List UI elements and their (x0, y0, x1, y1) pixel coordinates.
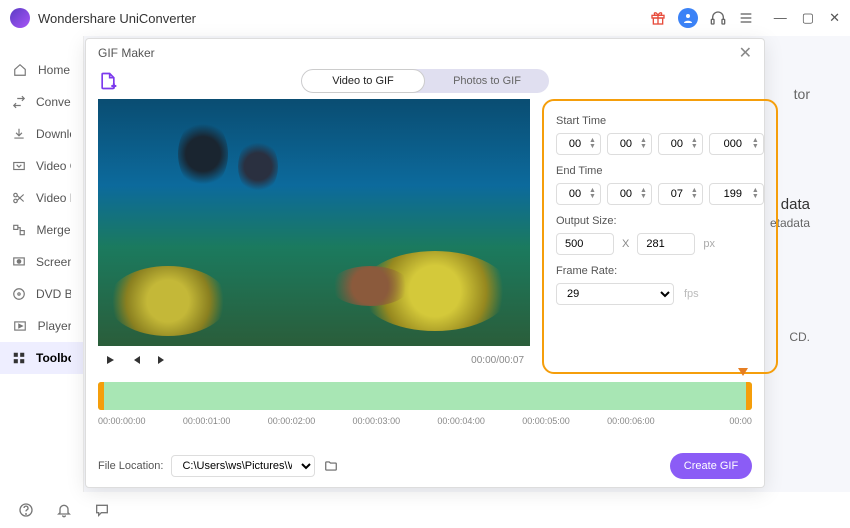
next-frame-button[interactable] (156, 354, 168, 366)
sidebar-item-label: Video Editor (36, 191, 71, 205)
timeline-handle-right[interactable] (746, 382, 752, 410)
start-seconds-input[interactable]: ▲▼ (658, 133, 703, 155)
tab-video-to-gif[interactable]: Video to GIF (301, 69, 425, 93)
close-button[interactable]: ✕ (829, 10, 840, 26)
sidebar-item-recorder[interactable]: Screen Recorder (0, 246, 83, 278)
home-icon (12, 62, 28, 78)
bg-text: tor (794, 86, 810, 102)
timeline-bar[interactable] (98, 382, 752, 410)
add-file-icon[interactable] (98, 71, 118, 91)
gif-maker-dialog: GIF Maker ✕ Video to GIF Photos to GIF 0… (85, 38, 765, 488)
start-hours-input[interactable]: ▲▼ (556, 133, 601, 155)
disc-icon (12, 286, 26, 302)
sidebar-item-label: DVD Burner (36, 287, 71, 301)
bottom-bar (0, 492, 850, 528)
convert-icon (12, 94, 26, 110)
sidebar-item-label: Merger (37, 223, 71, 237)
output-width-input[interactable] (556, 233, 614, 255)
px-label: px (703, 238, 715, 250)
user-avatar-icon[interactable] (678, 8, 698, 28)
fps-label: fps (684, 288, 699, 300)
sidebar-item-label: Converter (36, 95, 71, 109)
dialog-title: GIF Maker (98, 46, 739, 60)
playback-time: 00:00/00:07 (471, 355, 524, 366)
mode-tabs: Video to GIF Photos to GIF (301, 69, 549, 93)
start-ms-input[interactable]: ▲▼ (709, 133, 764, 155)
timeline-handle-left[interactable] (98, 382, 104, 410)
bg-text: data (781, 196, 810, 213)
video-preview[interactable] (98, 99, 530, 346)
player-icon (12, 318, 28, 334)
settings-panel: Start Time ▲▼ ▲▼ ▲▼ ▲▼ End Time ▲▼ ▲▼ ▲▼… (542, 99, 778, 374)
chat-icon[interactable] (94, 502, 110, 518)
sidebar-item-editor[interactable]: Video Editor (0, 182, 83, 214)
start-minutes-input[interactable]: ▲▼ (607, 133, 652, 155)
create-gif-button[interactable]: Create GIF (670, 453, 752, 479)
sidebar-item-label: Video Compressor (36, 159, 71, 173)
sidebar-item-compressor[interactable]: Video Compressor (0, 150, 83, 182)
end-minutes-input[interactable]: ▲▼ (607, 183, 652, 205)
merge-icon (12, 222, 27, 238)
timeline-ticks: 00:00:00:00 00:00:01:00 00:00:02:00 00:0… (98, 416, 752, 426)
end-time-label: End Time (556, 165, 764, 177)
sidebar-item-downloader[interactable]: Downloader (0, 118, 83, 150)
sidebar-item-label: Home (38, 63, 70, 77)
gift-icon[interactable] (650, 10, 666, 26)
frame-rate-select[interactable]: 29 (556, 283, 674, 305)
output-size-label: Output Size: (556, 215, 764, 227)
sidebar-item-converter[interactable]: Converter (0, 86, 83, 118)
record-icon (12, 254, 26, 270)
sidebar-item-label: Toolbox (36, 351, 71, 365)
prev-frame-button[interactable] (130, 354, 142, 366)
end-ms-input[interactable]: ▲▼ (709, 183, 764, 205)
sidebar-item-label: Screen Recorder (36, 255, 71, 269)
sidebar-item-label: Player (38, 319, 71, 333)
download-icon (12, 126, 26, 142)
scissors-icon (12, 190, 26, 206)
bg-text: CD. (789, 330, 810, 344)
end-seconds-input[interactable]: ▲▼ (658, 183, 703, 205)
open-folder-icon[interactable] (323, 459, 339, 473)
app-logo-icon (10, 8, 30, 28)
sidebar-item-merger[interactable]: Merger (0, 214, 83, 246)
start-time-label: Start Time (556, 115, 764, 127)
compress-icon (12, 158, 26, 174)
play-button[interactable] (104, 354, 116, 366)
grid-icon (12, 350, 26, 366)
output-height-input[interactable] (637, 233, 695, 255)
app-title: Wondershare UniConverter (38, 11, 650, 26)
file-location-label: File Location: (98, 460, 163, 472)
bell-icon[interactable] (56, 502, 72, 518)
dialog-close-icon[interactable]: ✕ (739, 43, 752, 63)
frame-rate-label: Frame Rate: (556, 265, 764, 277)
headset-icon[interactable] (710, 10, 726, 26)
sidebar: Home Converter Downloader Video Compress… (0, 36, 84, 492)
sidebar-item-label: Downloader (36, 127, 71, 141)
sidebar-item-toolbox[interactable]: Toolbox (0, 342, 83, 374)
sidebar-item-dvd[interactable]: DVD Burner (0, 278, 83, 310)
sidebar-item-player[interactable]: Player (0, 310, 83, 342)
x-separator: X (622, 238, 629, 250)
titlebar: Wondershare UniConverter — ▢ ✕ (0, 0, 850, 36)
help-icon[interactable] (18, 502, 34, 518)
maximize-button[interactable]: ▢ (802, 10, 814, 26)
file-location-select[interactable]: C:\Users\ws\Pictures\Wonders (171, 455, 315, 477)
playhead-marker-icon[interactable] (738, 368, 748, 376)
end-hours-input[interactable]: ▲▼ (556, 183, 601, 205)
tab-photos-to-gif[interactable]: Photos to GIF (425, 69, 549, 93)
hamburger-icon[interactable] (738, 10, 754, 26)
sidebar-item-home[interactable]: Home (0, 54, 83, 86)
minimize-button[interactable]: — (774, 10, 787, 26)
timeline: 00:00:00:00 00:00:01:00 00:00:02:00 00:0… (86, 374, 764, 426)
